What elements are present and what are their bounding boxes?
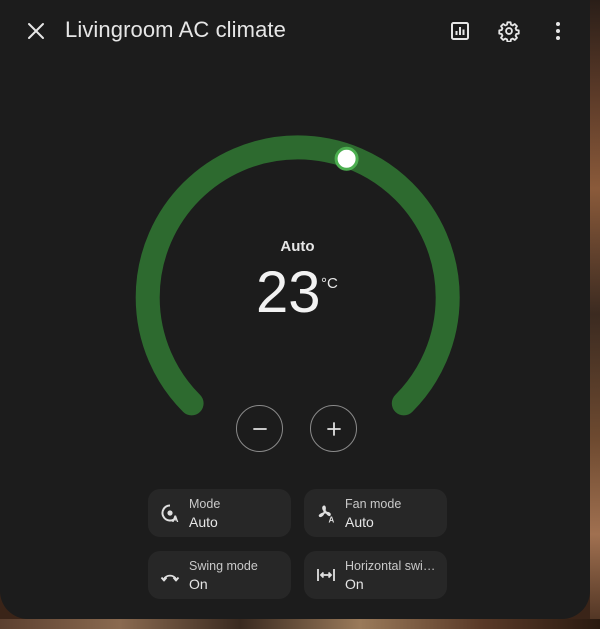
thermostat-gauge — [135, 135, 460, 416]
svg-text:A: A — [329, 516, 335, 524]
swing-mode-tile-value: On — [189, 576, 208, 592]
minus-icon — [252, 427, 267, 430]
fan-auto-icon: A — [314, 501, 338, 525]
target-temperature-value: 23 — [256, 260, 321, 325]
background-photo-right — [590, 0, 600, 629]
svg-text:A: A — [172, 514, 179, 523]
horizontal-swing-mode-tile-value: On — [345, 576, 364, 592]
mode-tile-name: Mode — [189, 497, 221, 511]
arrow-oscillating-icon — [158, 563, 182, 587]
horizontal-swing-mode-tile[interactable]: Horizontal swing mode On — [304, 551, 447, 599]
target-temperature-slider-handle[interactable] — [334, 146, 359, 171]
temperature-unit: °C — [321, 275, 338, 292]
fan-mode-tile[interactable]: A Fan mode Auto — [304, 489, 447, 537]
more-info-dialog: Livingroom AC climate Auto 23 °C A Mode … — [0, 0, 590, 619]
arrow-expand-horizontal-icon — [314, 563, 338, 587]
increase-temperature-button[interactable] — [310, 405, 357, 452]
mode-tile-value: Auto — [189, 514, 218, 530]
hvac-mode-label: Auto — [280, 238, 315, 255]
fan-mode-tile-name: Fan mode — [345, 497, 402, 511]
fan-mode-tile-value: Auto — [345, 514, 374, 530]
background-photo-bottom — [0, 619, 600, 629]
swing-mode-tile-name: Swing mode — [189, 559, 258, 573]
plus-icon — [326, 421, 341, 436]
mode-tile[interactable]: A Mode Auto — [148, 489, 291, 537]
thermostat-auto-icon: A — [158, 501, 182, 525]
horizontal-swing-mode-tile-name: Horizontal swing mode — [345, 559, 441, 573]
swing-mode-tile[interactable]: Swing mode On — [148, 551, 291, 599]
decrease-temperature-button[interactable] — [236, 405, 283, 452]
